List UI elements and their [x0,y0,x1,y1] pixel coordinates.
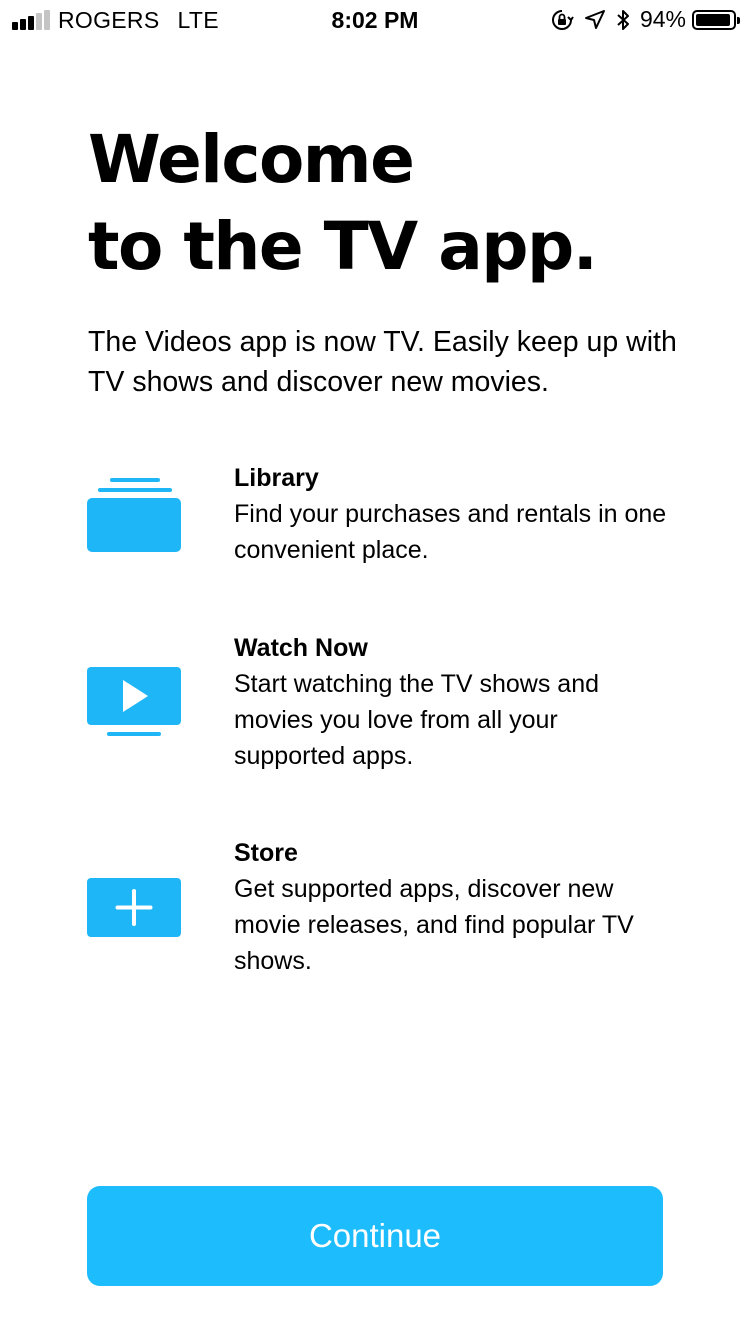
continue-button[interactable]: Continue [87,1186,663,1286]
feature-watch-now-text: Watch Now Start watching the TV shows an… [234,630,674,774]
library-stack-icon [87,478,181,552]
status-bar: ROGERS LTE 8:02 PM 94% [0,0,750,40]
page-title: Welcome to the TV app. [88,116,688,290]
bluetooth-icon [617,9,629,30]
orientation-lock-icon [551,9,574,30]
store-plus-icon [87,878,181,937]
battery-fill [696,13,730,26]
feature-store-description: Get supported apps, discover new movie r… [234,875,634,975]
battery-icon [692,9,740,30]
status-bar-right: 94% [550,6,740,33]
feature-watch-now-description: Start watching the TV shows and movies y… [234,670,600,770]
intro-text: The Videos app is now TV. Easily keep up… [88,326,677,398]
feature-store-text: Store Get supported apps, discover new m… [234,835,674,979]
feature-library-title: Library [234,464,319,492]
feature-store-title: Store [234,839,298,867]
tv-app-welcome-screen: ROGERS LTE 8:02 PM 94% Welcome to the TV… [0,0,750,1334]
watch-now-play-icon [87,667,181,736]
page-title-line-1: Welcome [88,121,415,198]
location-arrow-icon [584,9,605,29]
battery-nub [737,16,740,24]
battery-percentage: 94% [639,6,686,32]
feature-library-text: Library Find your purchases and rentals … [234,460,674,568]
feature-library-description: Find your purchases and rentals in one c… [234,500,667,564]
page-title-line-2: to the TV app. [88,208,598,285]
feature-watch-now-title: Watch Now [234,634,368,662]
